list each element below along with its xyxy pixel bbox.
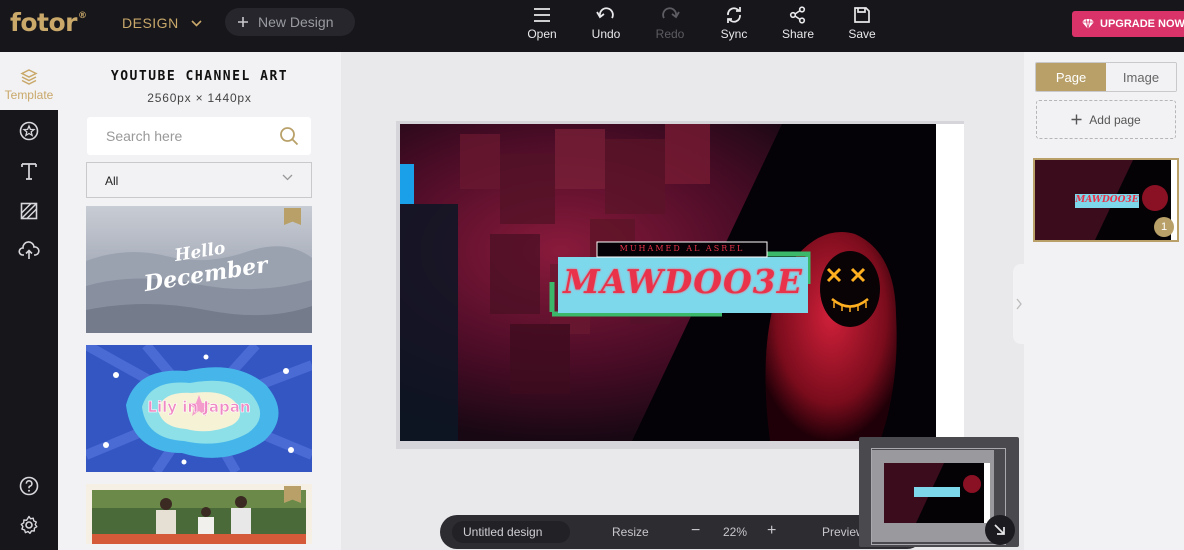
cloud-upload-icon <box>18 241 40 259</box>
save-label: Save <box>848 27 876 41</box>
rail-item-text[interactable] <box>0 161 58 181</box>
undo-button[interactable]: Undo <box>576 6 636 41</box>
undo-label: Undo <box>591 27 621 41</box>
zoom-out-button[interactable]: − <box>691 522 700 540</box>
open-button[interactable]: Open <box>512 6 572 41</box>
resize-button[interactable]: Resize <box>612 525 649 539</box>
fotor-logo[interactable]: fotor® <box>10 8 87 37</box>
rail-item-elements[interactable] <box>0 121 58 141</box>
design-name-field[interactable]: Untitled design <box>452 521 570 543</box>
left-rail: Template <box>0 52 58 550</box>
save-icon <box>854 7 870 23</box>
star-icon <box>19 121 39 141</box>
tab-page[interactable]: Page <box>1036 63 1106 91</box>
zoom-in-button[interactable]: + <box>767 522 776 540</box>
add-page-label: Add page <box>1089 112 1141 127</box>
upgrade-now-button[interactable]: UPGRADE NOW <box>1072 11 1184 37</box>
plus-icon <box>1071 114 1082 125</box>
tab-image[interactable]: Image <box>1106 63 1176 91</box>
search-icon[interactable] <box>279 126 299 146</box>
rail-item-uploads[interactable] <box>0 241 58 261</box>
template-panel: YOUTUBE CHANNEL ART 2560px × 1440px All … <box>58 52 341 550</box>
sync-label: Sync <box>720 27 748 41</box>
design-menu-label: DESIGN <box>122 15 179 31</box>
top-bar: fotor® DESIGN New Design Open Undo Redo … <box>0 0 1184 52</box>
texture-icon <box>20 202 38 220</box>
sync-button[interactable]: Sync <box>704 6 764 41</box>
redo-icon <box>662 7 680 19</box>
undo-icon <box>596 7 614 19</box>
category-select[interactable]: All <box>86 162 312 198</box>
expand-arrow-icon <box>994 524 1005 535</box>
template-card-hello-december[interactable]: Hello December <box>86 206 312 333</box>
help-icon <box>19 476 39 496</box>
category-select-value: All <box>105 174 119 188</box>
bottom-toolbar: Untitled design Resize − 22% + Preview <box>440 515 924 549</box>
sync-icon <box>727 7 741 23</box>
rail-item-template[interactable]: Template <box>0 52 58 110</box>
settings-icon <box>20 515 38 534</box>
share-button[interactable]: Share <box>768 6 828 41</box>
design-menu[interactable]: DESIGN <box>122 15 202 31</box>
page-number-badge: 1 <box>1154 217 1174 237</box>
open-label: Open <box>527 27 557 41</box>
save-button[interactable]: Save <box>832 6 892 41</box>
zoom-level: 22% <box>723 525 748 539</box>
chevron-down-icon <box>191 19 202 27</box>
page-thumbnail-headline: MAWDOO3E <box>1075 195 1139 205</box>
share-icon <box>789 6 806 24</box>
template-thumbnail <box>86 484 312 544</box>
new-design-button[interactable]: New Design <box>225 8 355 36</box>
menu-icon <box>534 8 550 22</box>
navigator-toggle-button[interactable] <box>985 515 1015 545</box>
diamond-icon <box>1082 18 1094 30</box>
panel-tabs: Page Image <box>1035 62 1177 92</box>
share-label: Share <box>781 27 815 41</box>
artwork-headline[interactable]: MAWDOO3E <box>558 262 808 301</box>
text-icon <box>21 163 37 180</box>
template-text: Lily in Japan <box>147 398 251 417</box>
new-design-label: New Design <box>258 14 334 30</box>
template-card-lily-in-japan[interactable]: Lily in Japan <box>86 345 312 472</box>
rail-item-background[interactable] <box>0 201 58 221</box>
design-artboard[interactable]: MUHAMED AL ASREL MAWDOO3E <box>400 124 936 441</box>
search-input[interactable] <box>87 117 267 155</box>
rail-item-help[interactable] <box>0 476 58 496</box>
template-card-family-photo[interactable] <box>86 484 312 544</box>
rail-item-settings[interactable] <box>0 515 58 535</box>
redo-label: Redo <box>655 27 685 41</box>
upgrade-label: UPGRADE NOW <box>1100 18 1184 30</box>
redo-button[interactable]: Redo <box>640 6 700 41</box>
panel-title: YOUTUBE CHANNEL ART <box>110 69 289 84</box>
add-page-button[interactable]: Add page <box>1036 100 1176 139</box>
template-search <box>87 117 311 155</box>
chevron-down-icon <box>282 174 293 181</box>
artwork-name-tag[interactable]: MUHAMED AL ASREL <box>597 244 767 253</box>
rail-template-label: Template <box>4 88 54 102</box>
pages-panel: Page Image Add page MAWDOO3E <box>1024 52 1184 550</box>
panel-size: 2560px × 1440px <box>147 91 252 105</box>
layers-icon <box>20 69 38 85</box>
plus-icon <box>238 17 248 27</box>
